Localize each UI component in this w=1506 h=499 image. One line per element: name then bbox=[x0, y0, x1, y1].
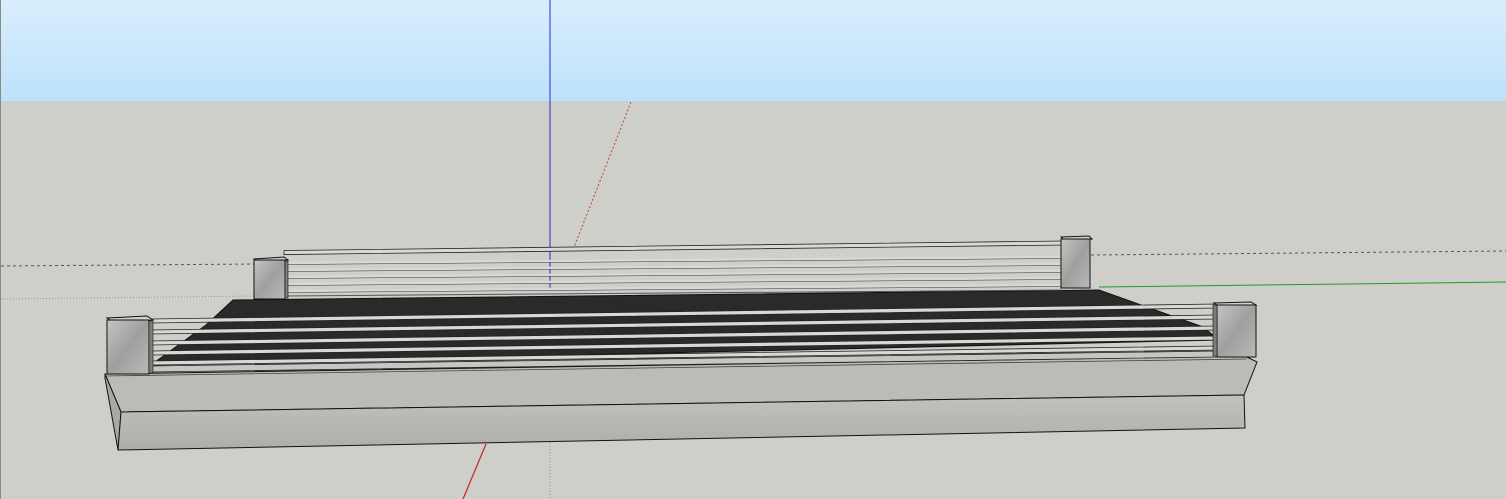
sketchup-viewport[interactable] bbox=[0, 0, 1506, 499]
front-post-left bbox=[105, 315, 155, 375]
sky bbox=[1, 0, 1506, 101]
3d-scene[interactable] bbox=[1, 0, 1506, 499]
front-post-right bbox=[1212, 301, 1258, 358]
back-post-left bbox=[252, 256, 290, 300]
back-post-right bbox=[1059, 235, 1094, 289]
